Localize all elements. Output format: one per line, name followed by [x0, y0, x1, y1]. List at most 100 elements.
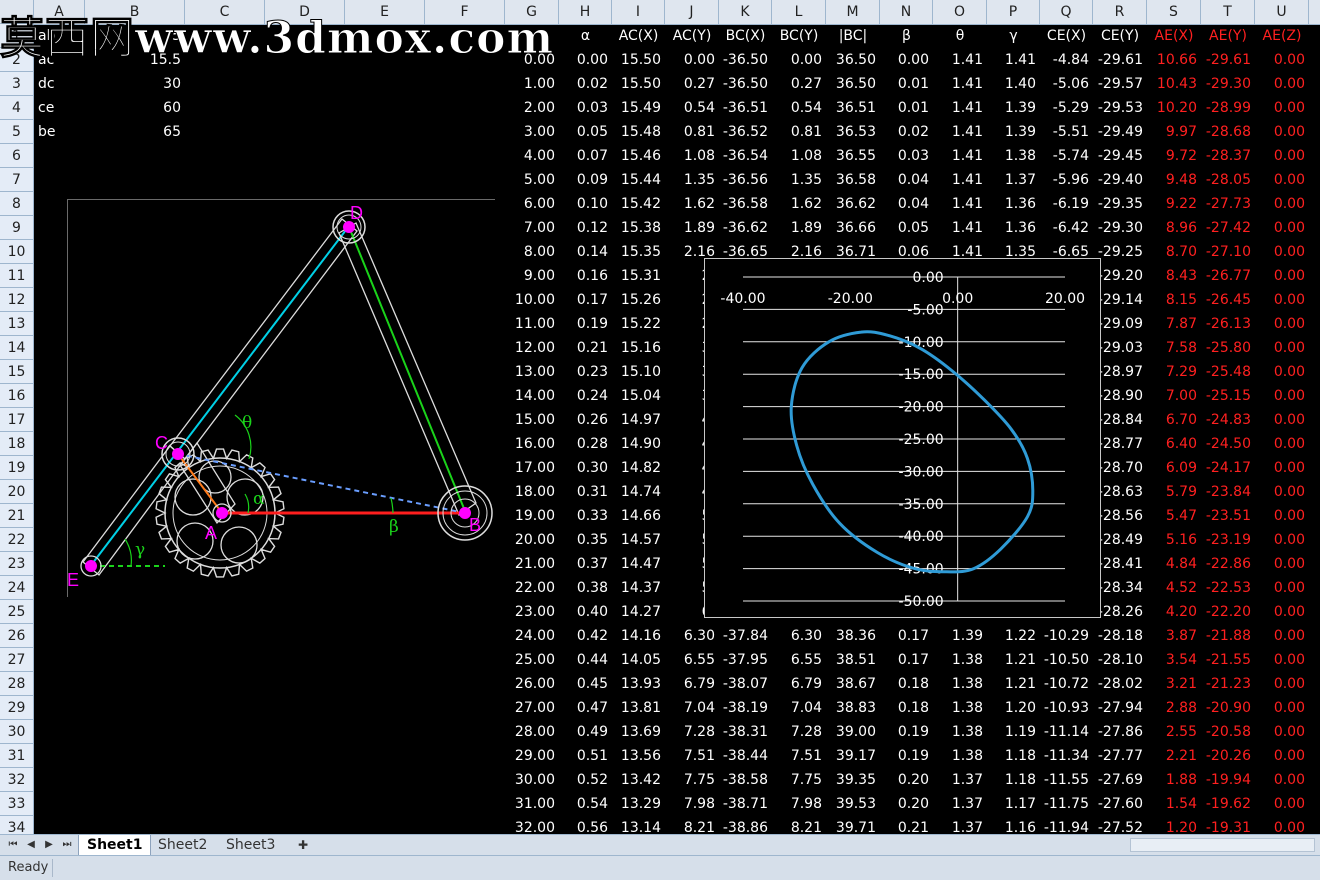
- table-data-cell[interactable]: 0.20: [880, 768, 933, 792]
- table-data-cell[interactable]: 15.38: [612, 216, 665, 240]
- table-data-cell[interactable]: 0.16: [559, 264, 612, 288]
- table-data-cell[interactable]: 0.23: [559, 360, 612, 384]
- table-data-cell[interactable]: 1.41: [933, 48, 987, 72]
- table-data-cell[interactable]: 6.70: [1147, 408, 1201, 432]
- column-header-q[interactable]: Q: [1040, 0, 1093, 24]
- table-data-cell[interactable]: 1.37: [933, 792, 987, 816]
- row-header-12[interactable]: 12: [0, 288, 33, 312]
- table-data-cell[interactable]: -38.19: [719, 696, 772, 720]
- table-data-cell[interactable]: 1.36: [987, 216, 1040, 240]
- table-data-cell[interactable]: 0.07: [559, 144, 612, 168]
- table-data-cell[interactable]: 0.19: [880, 720, 933, 744]
- table-data-cell[interactable]: 7.29: [1147, 360, 1201, 384]
- table-data-cell[interactable]: 5.79: [1147, 480, 1201, 504]
- table-data-cell[interactable]: 0.21: [880, 816, 933, 834]
- table-data-cell[interactable]: 0.17: [880, 648, 933, 672]
- table-data-cell[interactable]: 1.41: [987, 48, 1040, 72]
- row-header-16[interactable]: 16: [0, 384, 33, 408]
- table-data-cell[interactable]: 7.00: [1147, 384, 1201, 408]
- table-data-cell[interactable]: -23.51: [1201, 504, 1255, 528]
- table-data-cell[interactable]: -38.44: [719, 744, 772, 768]
- table-data-cell[interactable]: 1.41: [933, 168, 987, 192]
- table-data-cell[interactable]: 0.01: [880, 96, 933, 120]
- table-data-cell[interactable]: 0.00: [1255, 360, 1309, 384]
- table-data-cell[interactable]: 15.50: [612, 48, 665, 72]
- table-header-cell[interactable]: AC(Y): [665, 24, 719, 48]
- table-data-cell[interactable]: -26.13: [1201, 312, 1255, 336]
- worksheet[interactable]: ABCDEFGHIJKLMNOPQRSTU 1 2 3 4 5 6 7 8 9 10 11 12 13 1…: [0, 0, 1320, 834]
- table-data-cell[interactable]: 6.30: [772, 624, 826, 648]
- table-data-cell[interactable]: -19.62: [1201, 792, 1255, 816]
- table-data-cell[interactable]: -36.51: [719, 96, 772, 120]
- param-value-cell[interactable]: 65: [85, 120, 185, 144]
- table-data-cell[interactable]: 36.53: [826, 120, 880, 144]
- table-data-cell[interactable]: -5.51: [1040, 120, 1093, 144]
- table-data-cell[interactable]: 10.43: [1147, 72, 1201, 96]
- table-data-cell[interactable]: 5.00: [505, 168, 559, 192]
- row-header-22[interactable]: 22: [0, 528, 33, 552]
- table-data-cell[interactable]: 0.00: [1255, 744, 1309, 768]
- table-data-cell[interactable]: -21.88: [1201, 624, 1255, 648]
- table-data-cell[interactable]: 13.93: [612, 672, 665, 696]
- table-data-cell[interactable]: -27.42: [1201, 216, 1255, 240]
- table-data-cell[interactable]: 1.41: [933, 120, 987, 144]
- table-data-cell[interactable]: 11.00: [505, 312, 559, 336]
- table-data-cell[interactable]: 6.55: [665, 648, 719, 672]
- param-label-cell[interactable]: be: [34, 120, 85, 144]
- table-data-cell[interactable]: -24.83: [1201, 408, 1255, 432]
- table-data-cell[interactable]: 7.75: [665, 768, 719, 792]
- table-data-cell[interactable]: 28.00: [505, 720, 559, 744]
- table-data-cell[interactable]: 0.04: [880, 168, 933, 192]
- table-data-cell[interactable]: -36.58: [719, 192, 772, 216]
- table-data-cell[interactable]: 0.00: [1255, 288, 1309, 312]
- table-data-cell[interactable]: 39.53: [826, 792, 880, 816]
- table-data-cell[interactable]: 9.00: [505, 264, 559, 288]
- table-data-cell[interactable]: 0.00: [1255, 456, 1309, 480]
- table-data-cell[interactable]: 0.42: [559, 624, 612, 648]
- table-data-cell[interactable]: 0.54: [559, 792, 612, 816]
- prev-sheet-icon[interactable]: ◀: [24, 837, 38, 853]
- row-header-11[interactable]: 11: [0, 264, 33, 288]
- table-data-cell[interactable]: 38.51: [826, 648, 880, 672]
- table-data-cell[interactable]: 1.21: [987, 648, 1040, 672]
- table-data-cell[interactable]: 2.88: [1147, 696, 1201, 720]
- table-data-cell[interactable]: 0.20: [880, 792, 933, 816]
- table-data-cell[interactable]: 15.22: [612, 312, 665, 336]
- table-data-cell[interactable]: -27.73: [1201, 192, 1255, 216]
- table-data-cell[interactable]: -27.52: [1093, 816, 1147, 834]
- table-data-cell[interactable]: -29.20: [1093, 264, 1147, 288]
- table-data-cell[interactable]: 6.79: [772, 672, 826, 696]
- table-data-cell[interactable]: -22.53: [1201, 576, 1255, 600]
- table-header-cell[interactable]: β: [880, 24, 933, 48]
- row-header-33[interactable]: 33: [0, 792, 33, 816]
- table-header-cell[interactable]: AE(Z): [1255, 24, 1309, 48]
- table-data-cell[interactable]: 2.00: [505, 96, 559, 120]
- table-data-cell[interactable]: 1.41: [933, 192, 987, 216]
- column-header-p[interactable]: P: [987, 0, 1040, 24]
- column-header-h[interactable]: H: [559, 0, 612, 24]
- table-data-cell[interactable]: -28.05: [1201, 168, 1255, 192]
- column-header-j[interactable]: J: [665, 0, 719, 24]
- table-data-cell[interactable]: 1.54: [1147, 792, 1201, 816]
- table-data-cell[interactable]: 39.71: [826, 816, 880, 834]
- tab-sheet3[interactable]: Sheet3: [218, 835, 283, 855]
- next-sheet-icon[interactable]: ▶: [42, 837, 56, 853]
- table-data-cell[interactable]: -36.62: [719, 216, 772, 240]
- table-data-cell[interactable]: 1.88: [1147, 768, 1201, 792]
- horizontal-scrollbar[interactable]: [1130, 838, 1315, 852]
- table-data-cell[interactable]: 7.28: [665, 720, 719, 744]
- table-data-cell[interactable]: 0.17: [880, 624, 933, 648]
- table-data-cell[interactable]: 14.37: [612, 576, 665, 600]
- table-data-cell[interactable]: -37.84: [719, 624, 772, 648]
- table-data-cell[interactable]: 8.15: [1147, 288, 1201, 312]
- table-data-cell[interactable]: 0.03: [880, 144, 933, 168]
- table-data-cell[interactable]: 4.00: [505, 144, 559, 168]
- table-data-cell[interactable]: -29.49: [1093, 120, 1147, 144]
- table-data-cell[interactable]: 9.72: [1147, 144, 1201, 168]
- param-value-cell[interactable]: 30: [85, 72, 185, 96]
- table-data-cell[interactable]: 36.50: [826, 48, 880, 72]
- table-data-cell[interactable]: 1.41: [933, 72, 987, 96]
- table-data-cell[interactable]: 0.00: [1255, 144, 1309, 168]
- table-data-cell[interactable]: 13.00: [505, 360, 559, 384]
- row-header-30[interactable]: 30: [0, 720, 33, 744]
